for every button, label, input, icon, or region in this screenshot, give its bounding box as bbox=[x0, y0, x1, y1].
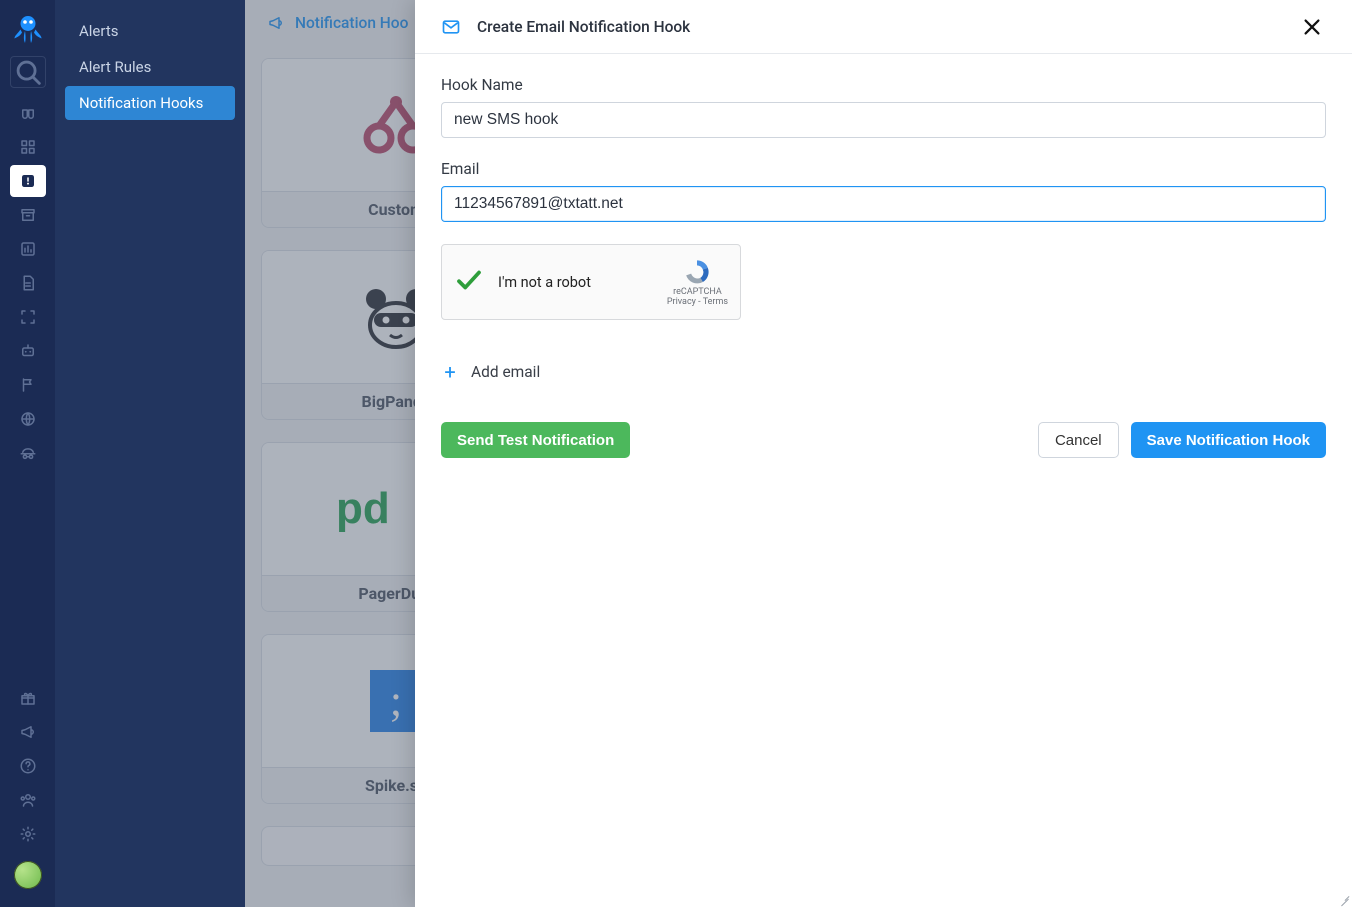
gear-icon[interactable] bbox=[10, 818, 46, 850]
nav-alerts[interactable]: Alerts bbox=[65, 14, 235, 48]
robot-icon[interactable] bbox=[10, 335, 46, 367]
cancel-button[interactable]: Cancel bbox=[1038, 422, 1119, 458]
focus-icon[interactable] bbox=[10, 301, 46, 333]
hook-name-label: Hook Name bbox=[441, 76, 1326, 94]
file-icon[interactable] bbox=[10, 267, 46, 299]
archive-icon[interactable] bbox=[10, 199, 46, 231]
user-avatar[interactable] bbox=[14, 861, 42, 889]
chart-icon[interactable] bbox=[10, 233, 46, 265]
email-label: Email bbox=[441, 160, 1326, 178]
modal-title: Create Email Notification Hook bbox=[477, 18, 690, 36]
recaptcha-widget[interactable]: I'm not a robot reCAPTCHA Privacy - Term… bbox=[441, 244, 741, 320]
resize-handle-icon[interactable] bbox=[1336, 891, 1350, 905]
alert-icon[interactable] bbox=[10, 165, 46, 197]
nav-notification-hooks[interactable]: Notification Hooks bbox=[65, 86, 235, 120]
help-icon[interactable] bbox=[10, 750, 46, 782]
icon-rail bbox=[0, 0, 55, 907]
add-email-label: Add email bbox=[471, 363, 540, 381]
close-button[interactable] bbox=[1298, 13, 1326, 41]
plus-icon: + bbox=[441, 360, 459, 384]
nav-alert-rules[interactable]: Alert Rules bbox=[65, 50, 235, 84]
send-test-button[interactable]: Send Test Notification bbox=[441, 422, 630, 458]
flag-icon[interactable] bbox=[10, 369, 46, 401]
binoculars-icon[interactable] bbox=[10, 97, 46, 129]
gift-icon[interactable] bbox=[10, 682, 46, 714]
save-button[interactable]: Save Notification Hook bbox=[1131, 422, 1326, 458]
recaptcha-badge: reCAPTCHA Privacy - Terms bbox=[667, 257, 728, 307]
create-email-hook-modal: Create Email Notification Hook Hook Name… bbox=[415, 0, 1352, 907]
recaptcha-label: I'm not a robot bbox=[498, 274, 667, 291]
grid-icon[interactable] bbox=[10, 131, 46, 163]
mail-icon bbox=[441, 17, 461, 37]
team-icon[interactable] bbox=[10, 784, 46, 816]
incognito-icon[interactable] bbox=[10, 437, 46, 469]
app-logo[interactable] bbox=[10, 10, 46, 46]
add-email-button[interactable]: + Add email bbox=[441, 360, 1326, 384]
hook-name-input[interactable] bbox=[441, 102, 1326, 138]
side-nav: Alerts Alert Rules Notification Hooks bbox=[55, 0, 245, 907]
megaphone-icon[interactable] bbox=[10, 716, 46, 748]
globe-icon[interactable] bbox=[10, 403, 46, 435]
check-icon bbox=[454, 265, 484, 299]
modal-header: Create Email Notification Hook bbox=[415, 0, 1352, 54]
search-button[interactable] bbox=[10, 56, 46, 88]
email-input[interactable] bbox=[441, 186, 1326, 222]
